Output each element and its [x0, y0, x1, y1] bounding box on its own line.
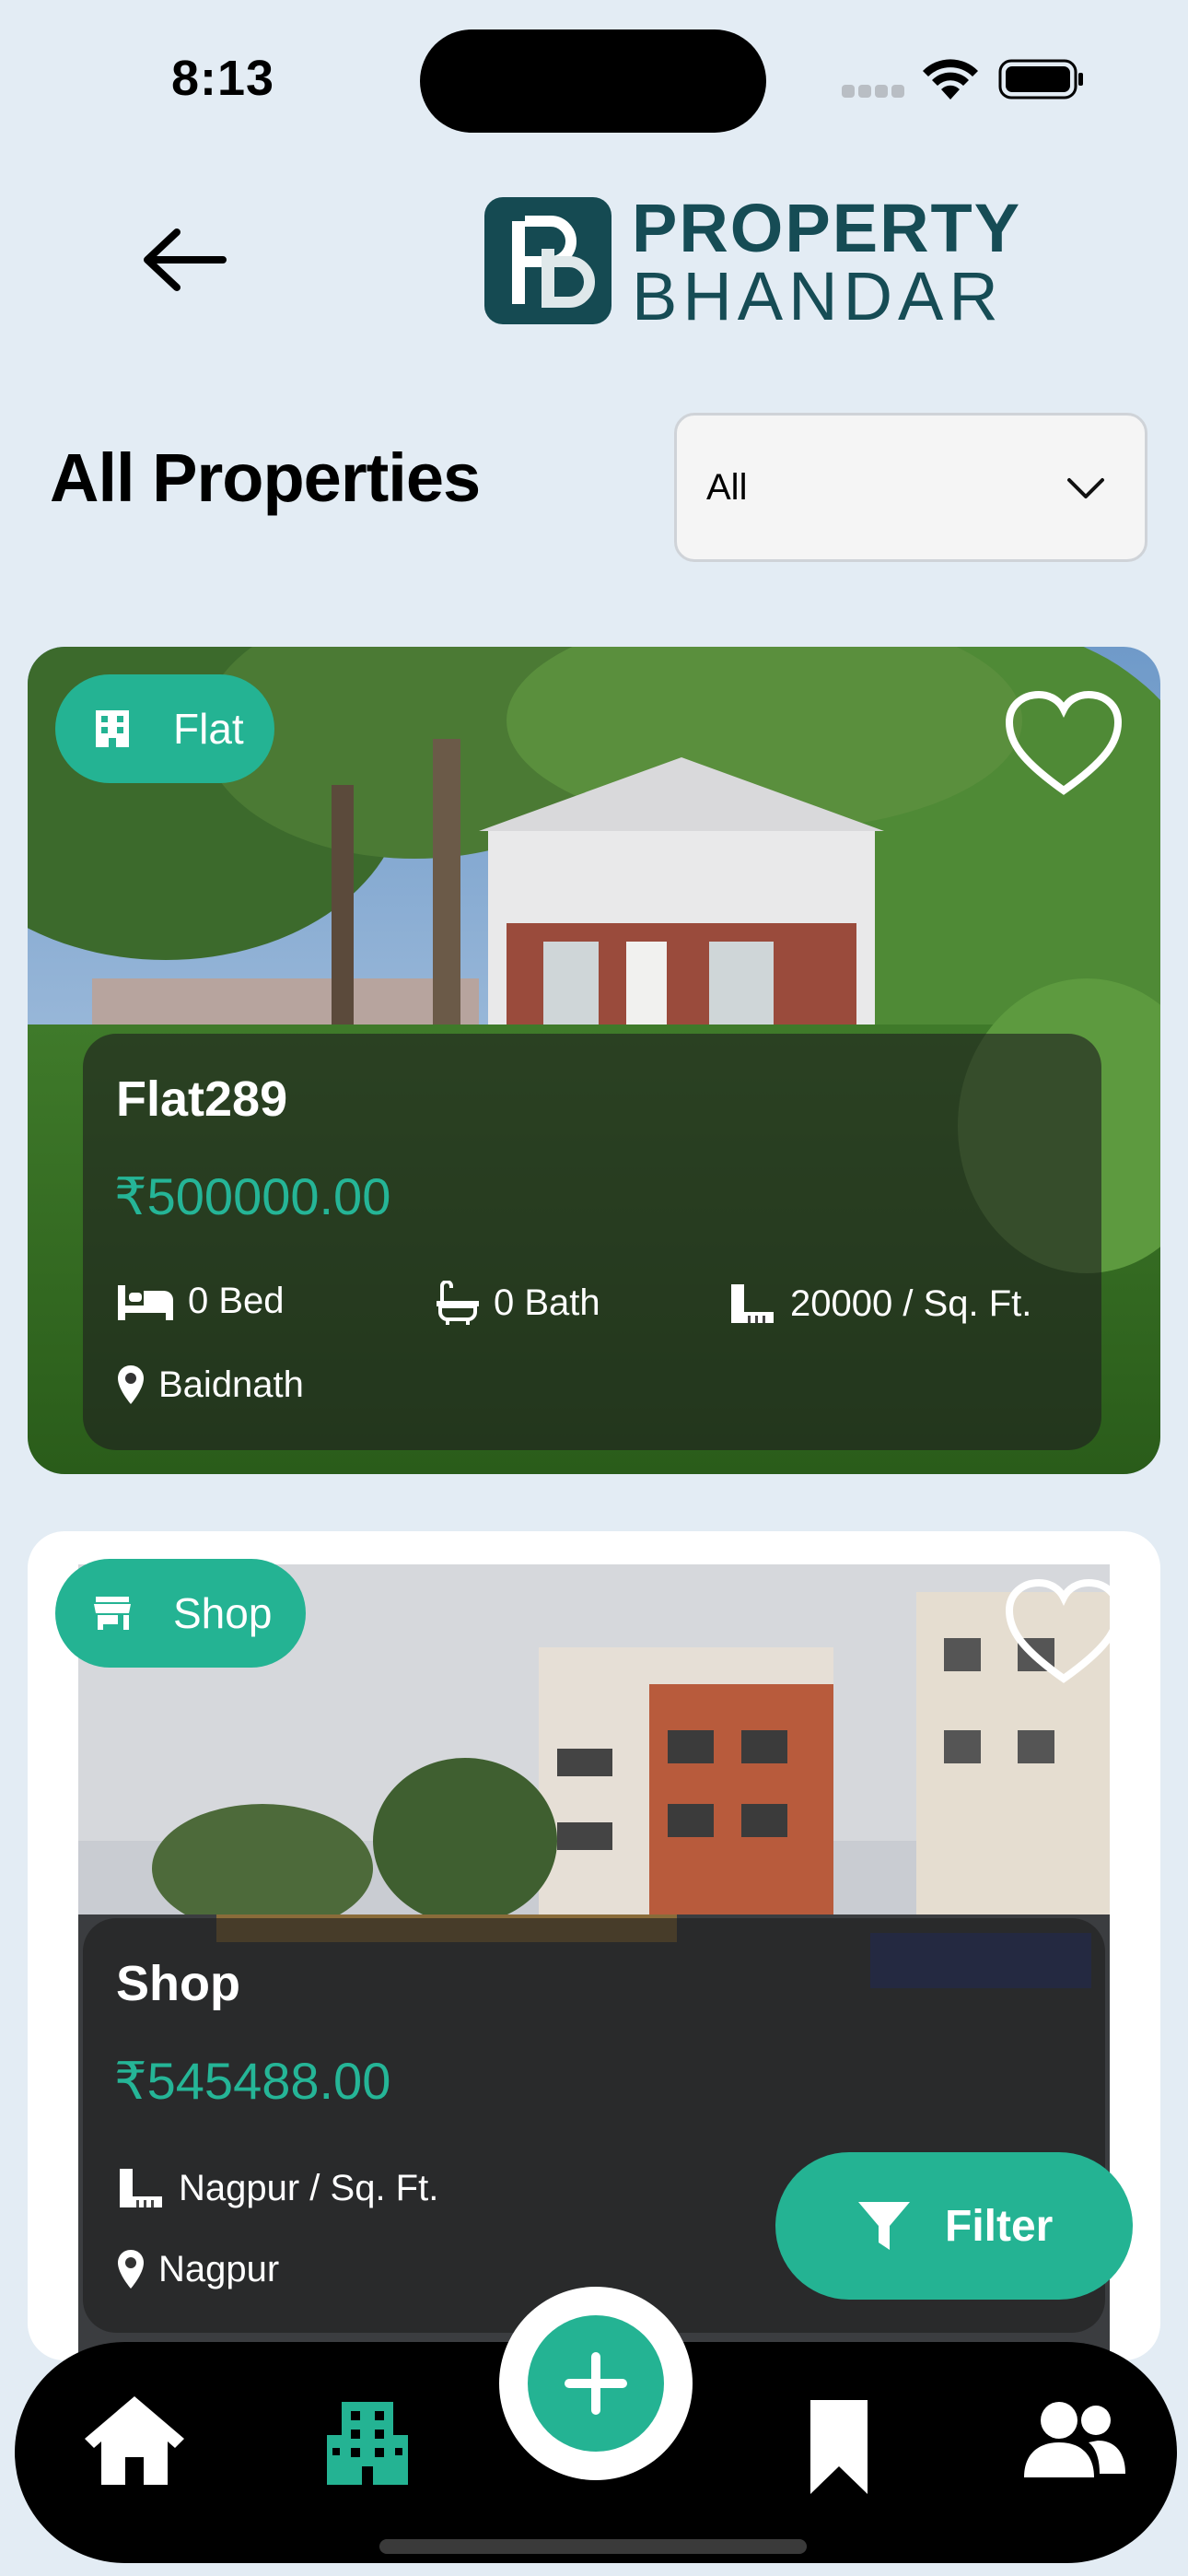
bed-icon: [118, 1284, 173, 1320]
cellular-signal-icon: [842, 85, 906, 100]
heart-icon[interactable]: [1004, 691, 1124, 802]
nav-properties[interactable]: [308, 2383, 427, 2502]
property-baths-text: 0 Bath: [494, 1282, 600, 1323]
bookmark-icon: [810, 2400, 868, 2494]
filter-button[interactable]: Filter: [775, 2152, 1133, 2300]
property-area: 20000 / Sq. Ft.: [728, 1281, 1031, 1327]
property-type-chip: Shop: [55, 1559, 306, 1668]
location-pin-icon: [118, 2250, 144, 2289]
property-type-chip: Flat: [55, 674, 274, 783]
property-type-select[interactable]: All: [674, 413, 1147, 562]
buildings-icon: [327, 2402, 408, 2485]
property-location-text: Baidnath: [158, 1364, 304, 1405]
property-name: Shop: [116, 1956, 240, 2011]
ruler-icon: [120, 2169, 162, 2207]
add-button-inner: [528, 2315, 664, 2452]
heart-icon[interactable]: [1004, 1579, 1124, 1690]
plus-icon: [565, 2352, 627, 2415]
property-baths: 0 Bath: [435, 1281, 600, 1325]
logo-word-bhandar: BHANDAR: [632, 258, 1004, 334]
property-beds-text: 0 Bed: [188, 1281, 285, 1321]
bathtub-icon: [437, 1281, 479, 1325]
property-area-text: 20000 / Sq. Ft.: [790, 1282, 1032, 1324]
property-area: Nagpur / Sq. Ft.: [116, 2165, 438, 2211]
property-card[interactable]: Flat Flat289 ₹500000.00 0 Bed 0 Bath 200…: [28, 647, 1160, 1474]
location-pin-icon: [118, 1365, 144, 1404]
home-icon: [85, 2396, 184, 2485]
property-info-panel: Flat289 ₹500000.00 0 Bed 0 Bath 20000 / …: [83, 1034, 1101, 1450]
chevron-down-icon: [1067, 478, 1104, 498]
property-type-select-value: All: [706, 467, 748, 508]
logo-word-property: PROPERTY: [632, 190, 1022, 266]
property-price: ₹500000.00: [114, 1167, 391, 1225]
filter-button-label: Filter: [945, 2201, 1054, 2251]
property-location: Baidnath: [116, 1364, 304, 1406]
dynamic-island: [420, 29, 766, 133]
property-beds: 0 Bed: [116, 1281, 285, 1322]
status-bar: 8:13: [0, 0, 1188, 157]
ruler-icon: [731, 1284, 774, 1323]
back-button[interactable]: [138, 221, 230, 299]
building-icon: [96, 710, 129, 747]
property-name: Flat289: [116, 1071, 288, 1127]
nav-saved[interactable]: [779, 2383, 899, 2512]
battery-icon: [998, 59, 1083, 100]
funnel-icon: [858, 2202, 910, 2250]
logo-pb-icon: [512, 216, 595, 308]
store-icon: [94, 1597, 131, 1630]
home-indicator: [379, 2539, 807, 2554]
page-title: All Properties: [50, 439, 481, 516]
property-type-label: Flat: [173, 705, 244, 753]
nav-profile[interactable]: [1000, 2384, 1147, 2495]
back-arrow-icon: [144, 228, 227, 291]
wifi-icon: [923, 59, 978, 100]
status-time: 8:13: [171, 51, 275, 106]
users-icon: [1024, 2402, 1125, 2477]
property-location: Nagpur: [116, 2248, 279, 2290]
logo-mark: [484, 197, 611, 324]
property-location-text: Nagpur: [158, 2248, 280, 2289]
property-area-text: Nagpur / Sq. Ft.: [179, 2167, 439, 2208]
app-logo: PROPERTY BHANDAR: [484, 190, 1037, 334]
add-property-button[interactable]: [499, 2287, 693, 2480]
property-type-label: Shop: [173, 1589, 273, 1637]
property-price: ₹545488.00: [114, 2052, 391, 2110]
nav-home[interactable]: [70, 2381, 199, 2500]
